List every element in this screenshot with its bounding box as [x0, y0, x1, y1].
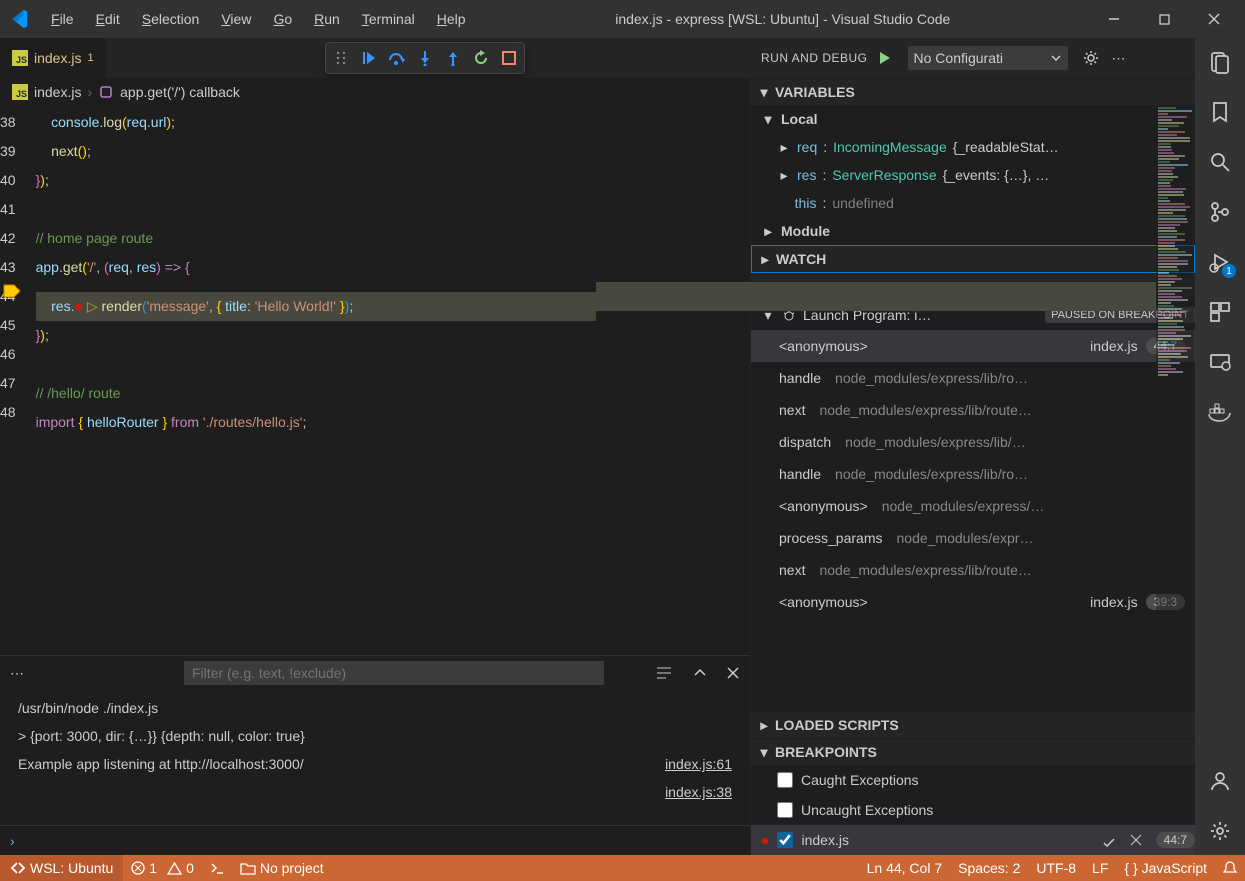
continue-icon[interactable]: [360, 49, 378, 67]
badge: 1: [1222, 264, 1236, 278]
step-over-icon[interactable]: [388, 49, 406, 67]
debug-target[interactable]: [202, 855, 232, 881]
tab-dirty-indicator: 1: [87, 52, 93, 64]
code-editor[interactable]: console.log(req.url); next();});// home …: [36, 106, 1156, 655]
menu-file[interactable]: File: [42, 7, 83, 31]
word-wrap-icon[interactable]: [656, 665, 674, 681]
error-icon: [131, 861, 145, 875]
breakpoint-row[interactable]: ●index.js44:7: [751, 825, 1195, 855]
docker-icon[interactable]: [1206, 398, 1234, 426]
stop-icon[interactable]: [500, 49, 518, 67]
language-mode[interactable]: { }JavaScript: [1116, 855, 1215, 881]
window-maximize[interactable]: [1141, 0, 1187, 38]
method-icon: [98, 84, 114, 100]
step-out-icon[interactable]: [444, 49, 462, 67]
remote-indicator[interactable]: WSL: Ubuntu: [0, 855, 123, 881]
chevron-right-icon: ▸: [757, 718, 771, 732]
debug-repl-input[interactable]: ›: [0, 825, 750, 855]
menu-selection[interactable]: Selection: [133, 7, 209, 31]
breakpoint-current-icon: [2, 281, 22, 301]
minimap[interactable]: [1156, 106, 1195, 655]
remote-icon: [10, 861, 26, 875]
close-panel-icon[interactable]: [726, 666, 740, 680]
breakpoints-header[interactable]: ▾BREAKPOINTS: [751, 739, 1195, 765]
menu-view[interactable]: View: [212, 7, 260, 31]
collapse-up-icon[interactable]: [692, 665, 708, 681]
restart-icon[interactable]: [472, 49, 490, 67]
panel-more-icon[interactable]: ⋯: [10, 665, 26, 682]
debug-console-filter[interactable]: [184, 661, 604, 685]
project[interactable]: No project: [232, 855, 332, 881]
start-debug-icon[interactable]: [876, 49, 894, 67]
chevron-down-icon: ▾: [757, 745, 771, 759]
chevron-down-icon: ▾: [757, 85, 771, 99]
loaded-scripts-header[interactable]: ▸LOADED SCRIPTS: [751, 712, 1195, 738]
breakpoint-row[interactable]: Caught Exceptions: [751, 765, 1195, 795]
js-icon: JS: [12, 50, 28, 66]
bookmarks-icon[interactable]: [1206, 98, 1234, 126]
account-icon[interactable]: [1206, 767, 1234, 795]
step-into-icon[interactable]: [416, 49, 434, 67]
variables-header[interactable]: ▾VARIABLES: [751, 79, 1195, 105]
gear-icon[interactable]: [1082, 49, 1100, 67]
menu-help[interactable]: Help: [428, 7, 475, 31]
debug-icon: [210, 861, 224, 875]
eol[interactable]: LF: [1084, 855, 1116, 881]
menu-edit[interactable]: Edit: [87, 7, 129, 31]
notifications-icon[interactable]: [1215, 855, 1245, 881]
window-close[interactable]: [1191, 0, 1237, 38]
extensions-icon[interactable]: [1206, 298, 1234, 326]
chevron-down-icon: [1050, 52, 1062, 64]
remote-explorer-icon[interactable]: [1206, 348, 1234, 376]
source-control-icon[interactable]: [1206, 198, 1234, 226]
launch-config-select[interactable]: No Configurati: [908, 46, 1068, 70]
tab-index-js[interactable]: JS index.js 1: [0, 38, 106, 78]
launch-config-label: No Configurati: [914, 50, 1046, 66]
warning-icon: [167, 861, 182, 875]
debug-console[interactable]: /usr/bin/node ./index.js> {port: 3000, d…: [0, 690, 750, 825]
js-icon: JS: [12, 84, 28, 100]
encoding[interactable]: UTF-8: [1028, 855, 1084, 881]
explorer-icon[interactable]: [1206, 48, 1234, 76]
breakpoint-row[interactable]: Uncaught Exceptions: [751, 795, 1195, 825]
vscode-logo: [8, 8, 30, 30]
breadcrumb[interactable]: JS index.js › app.get('/') callback: [0, 78, 750, 106]
menu-terminal[interactable]: Terminal: [353, 7, 424, 31]
more-icon[interactable]: ⋯: [1112, 50, 1128, 67]
breadcrumb-file[interactable]: index.js: [34, 84, 81, 100]
menu-run[interactable]: Run: [305, 7, 349, 31]
drag-handle-icon[interactable]: [332, 49, 350, 67]
line-gutter[interactable]: 3839404142434445464748: [0, 106, 36, 655]
search-icon[interactable]: [1206, 148, 1234, 176]
problems[interactable]: 1 0: [123, 855, 202, 881]
debug-toolbar[interactable]: [325, 42, 525, 74]
settings-icon[interactable]: [1206, 817, 1234, 845]
window-minimize[interactable]: [1091, 0, 1137, 38]
window-title: index.js - express [WSL: Ubuntu] - Visua…: [479, 11, 1087, 27]
chevron-right-icon: ›: [87, 84, 92, 100]
folder-icon: [240, 861, 256, 875]
cursor-position[interactable]: Ln 44, Col 7: [859, 855, 951, 881]
breadcrumb-symbol[interactable]: app.get('/') callback: [120, 84, 240, 100]
indentation[interactable]: Spaces: 2: [950, 855, 1028, 881]
run-debug-icon[interactable]: 1: [1206, 248, 1234, 276]
tab-label: index.js: [34, 50, 81, 66]
run-debug-title: RUN AND DEBUG: [761, 51, 868, 65]
menu-go[interactable]: Go: [264, 7, 301, 31]
